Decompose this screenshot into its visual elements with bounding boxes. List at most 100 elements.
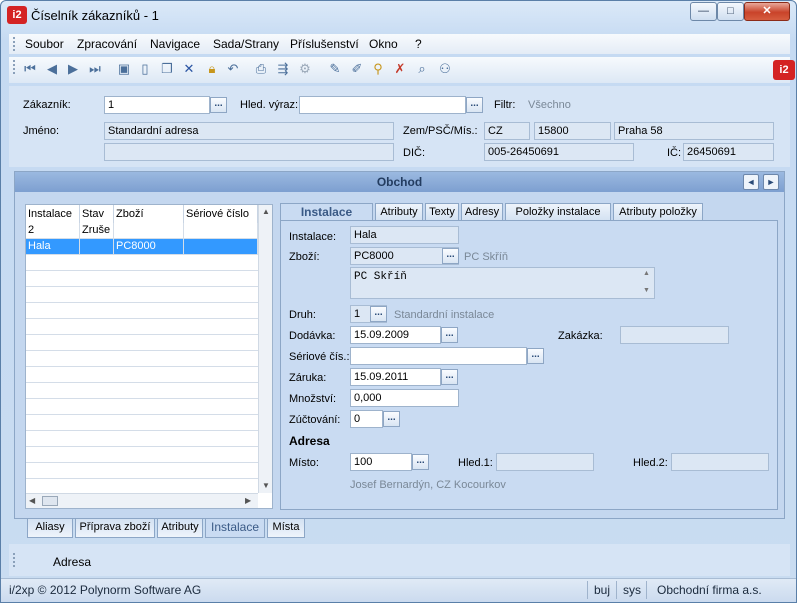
scroll-thumb[interactable] bbox=[42, 496, 58, 506]
zaruka-picker-button[interactable]: ... bbox=[441, 369, 458, 385]
table-row-selected[interactable]: Hala PC8000 bbox=[26, 239, 258, 255]
tab-mista[interactable]: Místa bbox=[267, 519, 305, 538]
tab-texty[interactable]: Texty bbox=[425, 203, 459, 221]
table-row[interactable] bbox=[26, 287, 258, 303]
zuctovani-lookup-button[interactable]: ... bbox=[383, 411, 400, 427]
panel-prev-button[interactable]: ◄ bbox=[743, 174, 759, 190]
search-icon[interactable]: ⌕ bbox=[414, 61, 430, 77]
zakazka-field[interactable] bbox=[620, 326, 729, 344]
zip-field[interactable]: 15800 bbox=[534, 122, 611, 140]
menu-zpracovani[interactable]: Zpracování bbox=[77, 37, 137, 51]
grid-horizontal-scrollbar[interactable]: ◀ ▶ bbox=[26, 493, 258, 508]
table-row[interactable] bbox=[26, 463, 258, 479]
save-icon[interactable]: ▣ bbox=[116, 61, 132, 77]
print-icon[interactable]: ⎙ bbox=[253, 61, 269, 77]
table-row[interactable] bbox=[26, 383, 258, 399]
table-row[interactable] bbox=[26, 271, 258, 287]
menu-navigace[interactable]: Navigace bbox=[150, 37, 200, 51]
pencil-icon[interactable]: ✎ bbox=[327, 61, 343, 77]
tab-aliasy[interactable]: Aliasy bbox=[27, 519, 73, 538]
dodavka-picker-button[interactable]: ... bbox=[441, 327, 458, 343]
panel-next-button[interactable]: ► bbox=[763, 174, 779, 190]
table-row[interactable] bbox=[26, 255, 258, 271]
zuctovani-input[interactable]: 0 bbox=[350, 410, 383, 428]
last-record-icon[interactable]: ⏭ bbox=[87, 61, 103, 77]
filter-value[interactable]: Všechno bbox=[528, 99, 571, 111]
city-field[interactable]: Praha 58 bbox=[614, 122, 774, 140]
zbozi-lookup-button[interactable]: ... bbox=[442, 248, 459, 264]
customer-lookup-button[interactable]: ... bbox=[210, 97, 227, 113]
dodavka-date-input[interactable]: 15.09.2009 bbox=[350, 326, 441, 344]
column-header-zbozi[interactable]: Zboží bbox=[114, 205, 184, 223]
scroll-left-icon[interactable]: ◀ bbox=[29, 496, 35, 505]
table-row[interactable]: 2 Zruše bbox=[26, 223, 258, 239]
footer-adresa-tab[interactable]: Adresa bbox=[53, 555, 91, 569]
next-record-icon[interactable]: ▶ bbox=[65, 61, 81, 77]
table-row[interactable] bbox=[26, 335, 258, 351]
name2-field[interactable] bbox=[104, 143, 394, 161]
hled1-field[interactable] bbox=[496, 453, 594, 471]
country-field[interactable]: CZ bbox=[484, 122, 530, 140]
search-input[interactable] bbox=[299, 96, 466, 114]
tab-atributy-polozky[interactable]: Atributy položky bbox=[613, 203, 703, 221]
menu-soubor[interactable]: Soubor bbox=[25, 37, 64, 51]
grid-vertical-scrollbar[interactable]: ▲ ▼ bbox=[258, 205, 272, 493]
lock-icon[interactable]: 🔒︎ bbox=[204, 61, 220, 77]
column-header-instalace[interactable]: Instalace bbox=[26, 205, 80, 223]
minimize-button[interactable]: — bbox=[690, 2, 717, 21]
undo-icon[interactable]: ↶ bbox=[225, 61, 241, 77]
dic-field[interactable]: 005-26450691 bbox=[484, 143, 634, 161]
menu-sada-strany[interactable]: Sada/Strany bbox=[213, 37, 279, 51]
scroll-down-icon[interactable]: ▼ bbox=[262, 481, 270, 490]
misto-input[interactable]: 100 bbox=[350, 453, 412, 471]
hled2-field[interactable] bbox=[671, 453, 769, 471]
zbozi-note-textarea[interactable]: PC Skříň bbox=[350, 267, 655, 299]
tab-atributy-bottom[interactable]: Atributy bbox=[157, 519, 203, 538]
prev-record-icon[interactable]: ◀ bbox=[44, 61, 60, 77]
misto-lookup-button[interactable]: ... bbox=[412, 454, 429, 470]
table-row[interactable] bbox=[26, 351, 258, 367]
menu-prislusenstvi[interactable]: Příslušenství bbox=[290, 37, 359, 51]
title-bar[interactable]: i2 Číselník zákazníků - 1 — □ ✕ bbox=[1, 1, 796, 31]
table-row[interactable] bbox=[26, 415, 258, 431]
tab-atributy[interactable]: Atributy bbox=[375, 203, 423, 221]
first-record-icon[interactable]: ⏮ bbox=[22, 61, 38, 77]
tab-instalace-bottom[interactable]: Instalace bbox=[205, 519, 265, 538]
copy-icon[interactable]: ❐ bbox=[159, 61, 175, 77]
druh-lookup-button[interactable]: ... bbox=[370, 306, 387, 322]
table-row[interactable] bbox=[26, 431, 258, 447]
scroll-up-icon[interactable]: ▲ bbox=[262, 207, 270, 216]
footer-grip-icon[interactable] bbox=[13, 553, 15, 567]
column-header-stav[interactable]: Stav bbox=[80, 205, 114, 223]
table-row[interactable] bbox=[26, 367, 258, 383]
table-row[interactable] bbox=[26, 399, 258, 415]
table-row[interactable] bbox=[26, 447, 258, 463]
new-icon[interactable]: ▯ bbox=[137, 61, 153, 77]
scroll-right-icon[interactable]: ▶ bbox=[245, 496, 251, 505]
close-button[interactable]: ✕ bbox=[744, 2, 790, 21]
table-row[interactable] bbox=[26, 319, 258, 335]
mnozstvi-input[interactable]: 0,000 bbox=[350, 389, 459, 407]
table-row[interactable] bbox=[26, 303, 258, 319]
export-icon[interactable]: ⇶ bbox=[275, 61, 291, 77]
ic-field[interactable]: 26450691 bbox=[683, 143, 774, 161]
search-lookup-button[interactable]: ... bbox=[466, 97, 483, 113]
zaruka-date-input[interactable]: 15.09.2011 bbox=[350, 368, 441, 386]
filter-icon[interactable]: ⚲ bbox=[370, 61, 386, 77]
clear-filter-icon[interactable]: ✗ bbox=[392, 61, 408, 77]
note-scroll-down-icon[interactable]: ▼ bbox=[643, 287, 650, 294]
menu-okno[interactable]: Okno bbox=[369, 37, 398, 51]
tab-adresy[interactable]: Adresy bbox=[461, 203, 503, 221]
menu-grip-icon[interactable] bbox=[13, 37, 15, 51]
name-field[interactable]: Standardní adresa bbox=[104, 122, 394, 140]
toolbar-grip-icon[interactable] bbox=[13, 60, 15, 74]
maximize-button[interactable]: □ bbox=[717, 2, 744, 21]
tab-polozky-instalace[interactable]: Položky instalace bbox=[505, 203, 611, 221]
customer-input[interactable]: 1 bbox=[104, 96, 210, 114]
delete-icon[interactable]: ✕ bbox=[181, 61, 197, 77]
seriove-lookup-button[interactable]: ... bbox=[527, 348, 544, 364]
settings-icon[interactable]: ⚙ bbox=[297, 61, 313, 77]
find-user-icon[interactable]: ⚇ bbox=[437, 61, 453, 77]
note-scroll-up-icon[interactable]: ▲ bbox=[643, 270, 650, 277]
tab-priprava-zbozi[interactable]: Příprava zboží bbox=[75, 519, 155, 538]
